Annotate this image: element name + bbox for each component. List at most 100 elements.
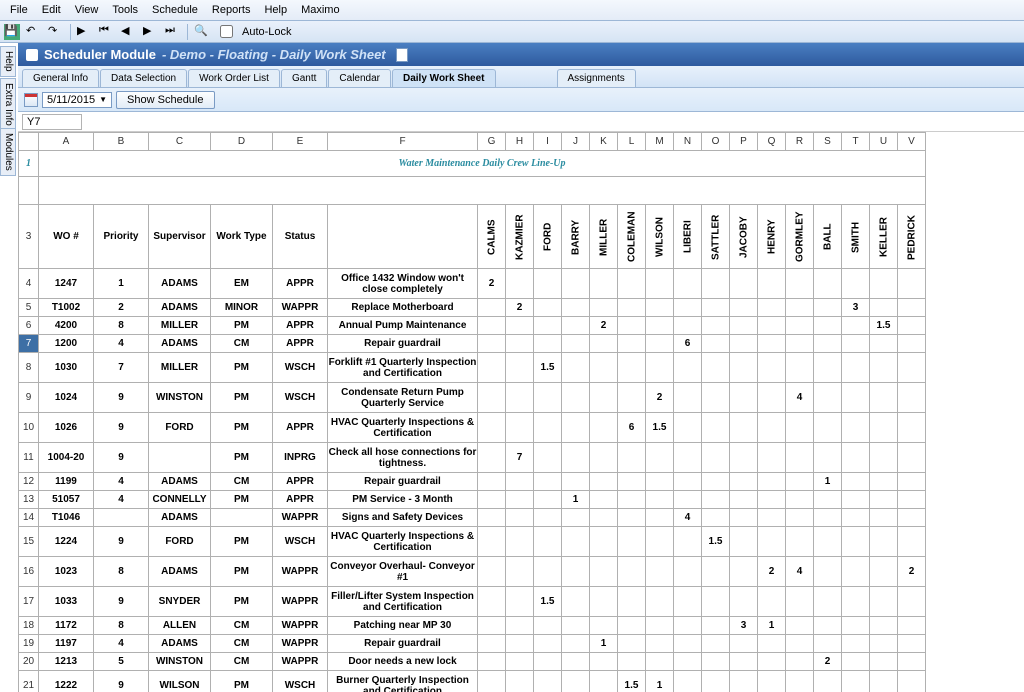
crew-cell[interactable]	[646, 473, 674, 491]
crew-cell[interactable]	[478, 671, 506, 692]
crew-cell[interactable]	[814, 617, 842, 635]
crew-cell[interactable]	[478, 587, 506, 617]
crew-cell[interactable]: 2	[758, 557, 786, 587]
crew-cell[interactable]	[842, 509, 870, 527]
crew-cell[interactable]	[646, 587, 674, 617]
crew-cell[interactable]	[534, 635, 562, 653]
tab-gantt[interactable]: Gantt	[281, 69, 327, 87]
date-dropdown-icon[interactable]: ▼	[99, 95, 107, 104]
crew-cell[interactable]	[534, 671, 562, 692]
crew-cell[interactable]	[786, 269, 814, 299]
column-header[interactable]: A	[39, 133, 94, 151]
crew-cell[interactable]	[646, 335, 674, 353]
crew-cell[interactable]	[478, 299, 506, 317]
crew-cell[interactable]	[646, 635, 674, 653]
crew-cell[interactable]	[758, 317, 786, 335]
cell[interactable]: PM	[211, 587, 273, 617]
crew-cell[interactable]	[590, 413, 618, 443]
crew-cell[interactable]	[590, 443, 618, 473]
description-cell[interactable]: Condensate Return Pump Quarterly Service	[328, 383, 478, 413]
crew-cell[interactable]	[506, 509, 534, 527]
crew-cell[interactable]	[730, 527, 758, 557]
nav-prev-icon[interactable]: ◀	[121, 24, 137, 40]
crew-cell[interactable]: 1.5	[870, 317, 898, 335]
cell[interactable]: WILSON	[149, 671, 211, 692]
description-cell[interactable]: PM Service - 3 Month	[328, 491, 478, 509]
crew-cell[interactable]	[534, 473, 562, 491]
crew-cell[interactable]	[506, 671, 534, 692]
column-header[interactable]: V	[898, 133, 926, 151]
crew-cell[interactable]	[562, 617, 590, 635]
crew-cell[interactable]	[590, 617, 618, 635]
row-header[interactable]: 7	[19, 335, 39, 353]
description-cell[interactable]: Burner Quarterly Inspection and Certific…	[328, 671, 478, 692]
crew-cell[interactable]	[870, 335, 898, 353]
crew-cell[interactable]	[478, 617, 506, 635]
crew-cell[interactable]	[562, 587, 590, 617]
cell[interactable]: 4	[94, 473, 149, 491]
cell[interactable]: MILLER	[149, 353, 211, 383]
cell[interactable]: 1222	[39, 671, 94, 692]
crew-cell[interactable]	[618, 443, 646, 473]
cell[interactable]: 4200	[39, 317, 94, 335]
cell[interactable]: WINSTON	[149, 383, 211, 413]
row-header[interactable]: 18	[19, 617, 39, 635]
column-header[interactable]: G	[478, 133, 506, 151]
cell[interactable]: WAPPR	[273, 557, 328, 587]
crew-cell[interactable]	[870, 383, 898, 413]
cell[interactable]: MINOR	[211, 299, 273, 317]
cell[interactable]: WSCH	[273, 383, 328, 413]
row-header[interactable]: 8	[19, 353, 39, 383]
cell[interactable]: 51057	[39, 491, 94, 509]
crew-cell[interactable]: 2	[898, 557, 926, 587]
crew-cell[interactable]: 2	[506, 299, 534, 317]
crew-cell[interactable]	[814, 671, 842, 692]
column-header[interactable]: R	[786, 133, 814, 151]
crew-cell[interactable]	[590, 509, 618, 527]
crew-cell[interactable]	[786, 299, 814, 317]
crew-cell[interactable]: 1.5	[534, 587, 562, 617]
cell[interactable]: 1224	[39, 527, 94, 557]
cell[interactable]: SNYDER	[149, 587, 211, 617]
crew-cell[interactable]	[786, 491, 814, 509]
crew-cell[interactable]	[814, 635, 842, 653]
cell[interactable]: 1197	[39, 635, 94, 653]
cell[interactable]: PM	[211, 353, 273, 383]
crew-cell[interactable]	[478, 473, 506, 491]
column-header[interactable]: Q	[758, 133, 786, 151]
crew-cell[interactable]: 1	[814, 473, 842, 491]
cell[interactable]: ADAMS	[149, 473, 211, 491]
save-icon[interactable]: 💾	[4, 24, 20, 40]
crew-cell[interactable]	[562, 671, 590, 692]
column-header[interactable]: L	[618, 133, 646, 151]
crew-cell[interactable]	[562, 383, 590, 413]
autolock-checkbox[interactable]	[220, 25, 233, 38]
crew-cell[interactable]	[674, 671, 702, 692]
crew-cell[interactable]: 1.5	[618, 671, 646, 692]
row-header[interactable]: 6	[19, 317, 39, 335]
cell[interactable]: FORD	[149, 413, 211, 443]
cell[interactable]: WSCH	[273, 353, 328, 383]
crew-cell[interactable]	[702, 335, 730, 353]
crew-cell[interactable]	[814, 335, 842, 353]
crew-cell[interactable]	[674, 443, 702, 473]
cell[interactable]: 1026	[39, 413, 94, 443]
crew-cell[interactable]	[814, 527, 842, 557]
crew-cell[interactable]	[506, 335, 534, 353]
nav-next-icon[interactable]: ▶	[143, 24, 159, 40]
crew-cell[interactable]	[870, 617, 898, 635]
crew-cell[interactable]	[870, 557, 898, 587]
cell[interactable]: 4	[94, 335, 149, 353]
cell[interactable]: WSCH	[273, 527, 328, 557]
cell[interactable]: APPR	[273, 335, 328, 353]
crew-cell[interactable]	[842, 527, 870, 557]
crew-cell[interactable]	[842, 671, 870, 692]
crew-cell[interactable]	[786, 617, 814, 635]
crew-cell[interactable]: 3	[730, 617, 758, 635]
crew-cell[interactable]	[870, 299, 898, 317]
cell[interactable]: 1033	[39, 587, 94, 617]
crew-cell[interactable]	[842, 353, 870, 383]
crew-cell[interactable]	[506, 473, 534, 491]
description-cell[interactable]: Patching near MP 30	[328, 617, 478, 635]
crew-cell[interactable]	[898, 353, 926, 383]
